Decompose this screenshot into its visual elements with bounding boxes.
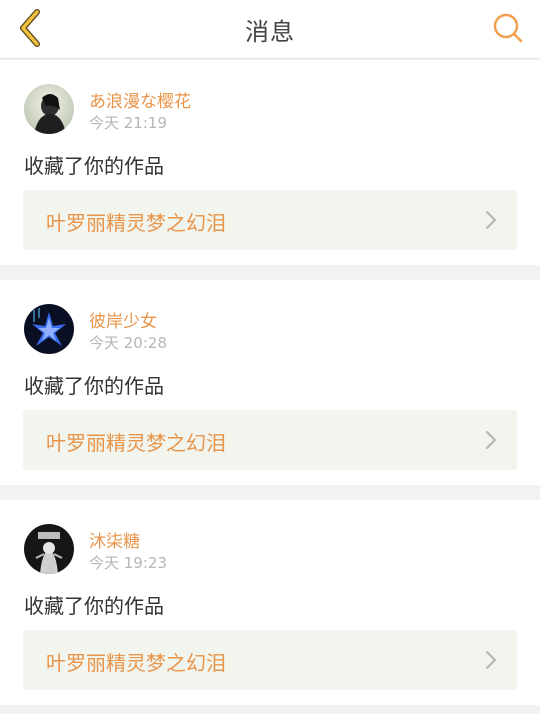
avatar[interactable] [24,304,74,354]
avatar[interactable] [24,84,74,134]
work-link[interactable]: 叶罗丽精灵梦之幻泪 [23,190,517,250]
search-icon [493,13,523,43]
chevron-right-icon [486,431,496,449]
username[interactable]: 彼岸少女 [89,307,157,332]
work-title: 叶罗丽精灵梦之幻泪 [46,211,226,235]
work-link[interactable]: 叶罗丽精灵梦之幻泪 [23,410,517,470]
timestamp: 今天 20:28 [89,334,167,352]
action-text: 收藏了你的作品 [24,154,164,178]
work-title: 叶罗丽精灵梦之幻泪 [46,651,226,675]
message-card: 彼岸少女 今天 20:28 收藏了你的作品 叶罗丽精灵梦之幻泪 [0,280,540,485]
username[interactable]: 沐柒糖 [89,527,140,552]
top-bar: 消息 [0,0,540,59]
chevron-right-icon [486,651,496,669]
action-text: 收藏了你的作品 [24,374,164,398]
chevron-right-icon [486,211,496,229]
page-title: 消息 [245,18,295,46]
message-card: あ浪漫な樱花 今天 21:19 收藏了你的作品 叶罗丽精灵梦之幻泪 [0,60,540,265]
action-text: 收藏了你的作品 [24,594,164,618]
message-card: 沐柒糖 今天 19:23 收藏了你的作品 叶罗丽精灵梦之幻泪 [0,500,540,705]
username[interactable]: あ浪漫な樱花 [89,87,191,112]
search-button[interactable] [490,10,526,46]
timestamp: 今天 19:23 [89,554,167,572]
timestamp: 今天 21:19 [89,114,167,132]
work-title: 叶罗丽精灵梦之幻泪 [46,431,226,455]
avatar[interactable] [24,524,74,574]
work-link[interactable]: 叶罗丽精灵梦之幻泪 [23,630,517,690]
